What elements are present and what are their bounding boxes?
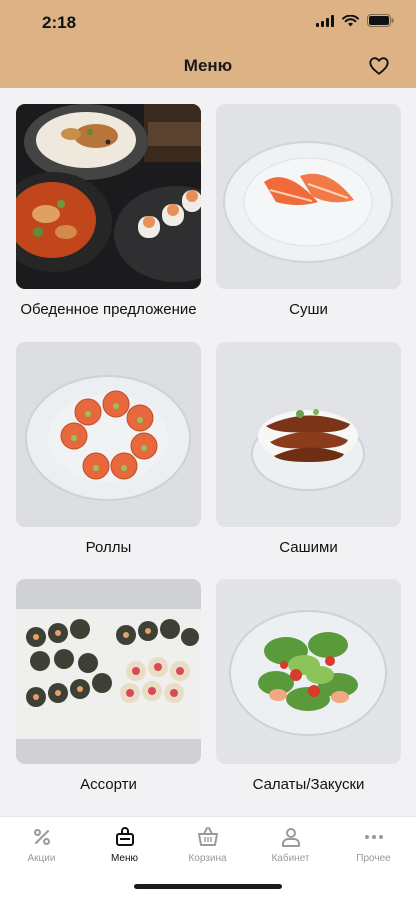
assorted-photo — [16, 579, 201, 764]
tab-cart[interactable]: Корзина — [166, 825, 249, 864]
category-label: Салаты/Закуски — [252, 776, 365, 793]
home-indicator — [134, 884, 282, 889]
salads-photo — [216, 579, 401, 764]
category-card-rolls[interactable]: Роллы — [16, 342, 201, 556]
more-icon — [364, 835, 383, 839]
tab-more[interactable]: Прочее — [332, 825, 415, 864]
user-icon — [281, 828, 300, 847]
tab-label: Корзина — [188, 853, 227, 864]
rolls-photo — [16, 342, 201, 527]
signal-icon — [316, 14, 334, 27]
category-label: Сашими — [279, 539, 338, 556]
sashimi-photo — [216, 342, 401, 527]
category-label: Роллы — [85, 539, 132, 556]
category-card-sushi[interactable]: Суши — [216, 104, 401, 318]
tab-menu[interactable]: Меню — [83, 825, 166, 864]
tab-promotions[interactable]: Акции — [0, 825, 83, 864]
category-label: Обеденное предложение — [20, 301, 197, 318]
tab-label: Кабинет — [271, 853, 310, 864]
category-label: Суши — [289, 301, 328, 318]
category-grid: Обеденное предложение Суши Роллы Сашими … — [0, 88, 416, 816]
category-card-lunch[interactable]: Обеденное предложение — [16, 104, 201, 318]
wifi-icon — [342, 14, 359, 26]
category-label: Ассорти — [80, 776, 137, 793]
menu-bag-icon — [115, 827, 134, 846]
basket-icon — [197, 827, 218, 846]
category-card-sashimi[interactable]: Сашими — [216, 342, 401, 556]
sushi-photo — [216, 104, 401, 289]
lunch-offer-photo — [16, 104, 201, 289]
tab-label: Прочее — [356, 853, 391, 864]
battery-icon — [367, 14, 394, 27]
tab-account[interactable]: Кабинет — [249, 825, 332, 864]
page-title: Меню — [183, 56, 233, 75]
status-time: 2:18 — [42, 13, 77, 32]
status-icons — [316, 14, 394, 27]
percent-icon — [33, 829, 50, 845]
tab-label: Акции — [27, 853, 56, 864]
app-header: 2:18 Меню — [0, 0, 416, 88]
heart-icon[interactable] — [368, 55, 390, 77]
category-card-assorted[interactable]: Ассорти — [16, 579, 201, 793]
category-card-salads[interactable]: Салаты/Закуски — [216, 579, 401, 793]
tab-label: Меню — [110, 853, 139, 864]
